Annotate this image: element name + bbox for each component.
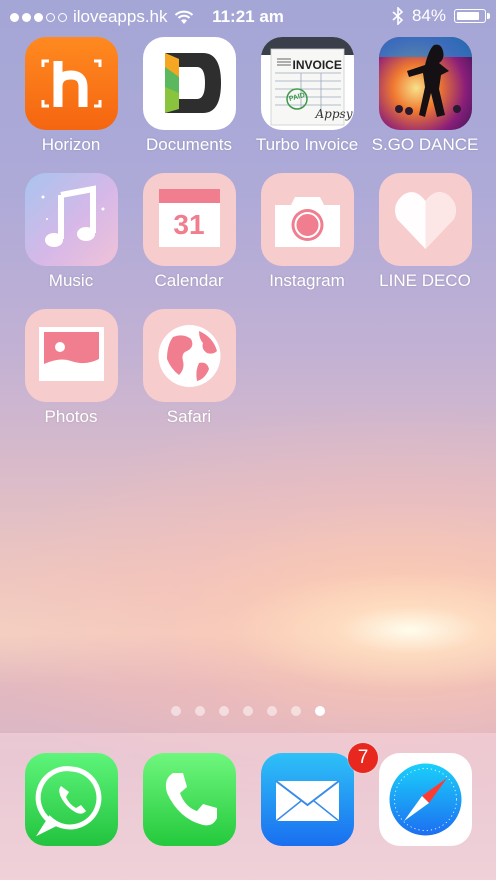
page-dot[interactable] xyxy=(291,706,301,716)
bluetooth-icon xyxy=(392,7,404,25)
page-dot[interactable] xyxy=(195,706,205,716)
music-icon xyxy=(24,173,118,266)
app-label: Safari xyxy=(166,407,212,426)
page-dot[interactable] xyxy=(219,706,229,716)
page-indicator[interactable] xyxy=(0,706,496,716)
app-label: Music xyxy=(48,271,94,290)
app-label: Horizon xyxy=(41,135,101,154)
app-label: Turbo Invoice xyxy=(255,135,359,154)
app-line-deco[interactable]: LINE DECO xyxy=(366,173,484,291)
invoice-title: INVOICE xyxy=(292,58,342,72)
photos-icon xyxy=(24,309,118,402)
app-documents[interactable]: Documents xyxy=(130,37,248,155)
battery-percent: 84% xyxy=(411,6,446,25)
page-dot[interactable] xyxy=(243,706,253,716)
dock-app-mail[interactable]: 7 xyxy=(248,743,378,846)
horizon-icon xyxy=(24,37,118,130)
calendar-icon: 31 xyxy=(142,173,236,266)
app-label: Photos xyxy=(44,407,98,426)
heart-icon xyxy=(378,173,472,266)
page-dot[interactable] xyxy=(267,706,277,716)
battery-icon xyxy=(454,9,490,23)
app-music[interactable]: Music xyxy=(12,173,130,291)
app-safari[interactable]: Safari xyxy=(130,309,248,427)
app-label: LINE DECO xyxy=(379,271,471,290)
app-photos[interactable]: Photos xyxy=(12,309,130,427)
app-label: S.GO DANCE xyxy=(371,135,479,154)
app-sgo-dance[interactable]: S.GO DANCE xyxy=(366,37,484,155)
app-label: Instagram xyxy=(269,271,345,290)
status-right: 84% xyxy=(392,6,490,26)
page-dot[interactable] xyxy=(171,706,181,716)
page-dot-active[interactable] xyxy=(315,706,325,716)
dock-app-whatsapp[interactable] xyxy=(12,753,130,846)
invoice-signature: Appsy xyxy=(315,107,353,121)
app-turbo-invoice[interactable]: INVOICE PAID Appsy Turbo Invoice xyxy=(248,37,366,155)
app-label: Documents xyxy=(146,135,232,154)
phone-icon xyxy=(142,753,236,846)
calendar-day: 31 xyxy=(173,209,205,240)
dock-app-safari[interactable] xyxy=(366,753,484,846)
app-calendar[interactable]: 31 Calendar xyxy=(130,173,248,291)
app-horizon[interactable]: Horizon xyxy=(12,37,130,155)
mail-icon xyxy=(260,753,354,846)
globe-icon xyxy=(142,309,236,402)
app-label: Calendar xyxy=(154,271,224,290)
whatsapp-icon xyxy=(24,753,118,846)
status-bar: iloveapps.hk 11:21 am 84% xyxy=(0,0,496,34)
camera-icon xyxy=(260,173,354,266)
dock-app-phone[interactable] xyxy=(130,753,248,846)
dance-icon xyxy=(378,37,472,130)
compass-icon xyxy=(378,753,472,846)
dock: 7 xyxy=(0,733,496,880)
app-instagram[interactable]: Instagram xyxy=(248,173,366,291)
documents-icon xyxy=(142,37,236,130)
invoice-icon: INVOICE PAID Appsy xyxy=(260,37,354,130)
